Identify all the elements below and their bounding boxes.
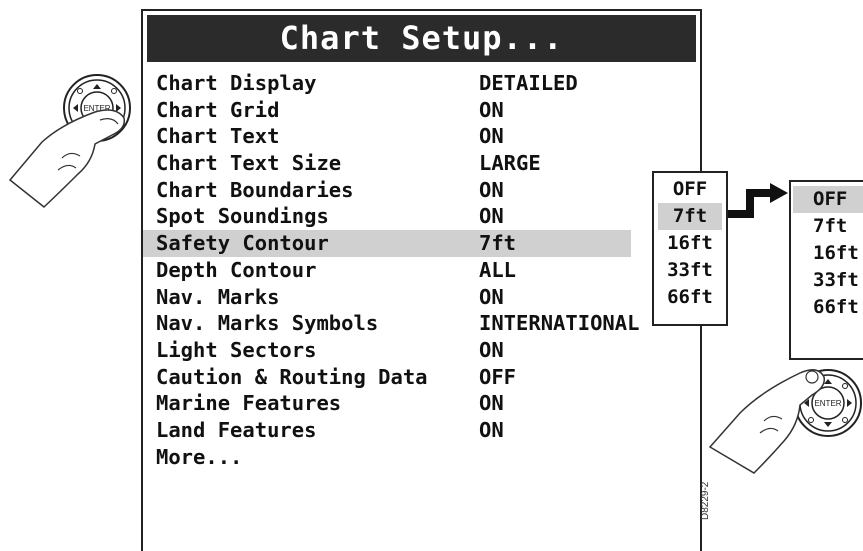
menu-item-label: Land Features (156, 417, 317, 442)
hand-icon (8, 109, 126, 208)
menu-item-value: ON (479, 204, 504, 229)
menu-item-value: ON (479, 417, 504, 442)
option-off[interactable]: OFF (793, 186, 863, 213)
menu-item-depth-contour[interactable]: Depth Contour ALL (143, 257, 700, 284)
safety-contour-options-after: OFF 7ft 16ft 33ft 66ft (789, 180, 863, 360)
safety-contour-options-before: OFF 7ft 16ft 33ft 66ft (652, 171, 728, 326)
option-33ft[interactable]: 33ft (793, 267, 863, 294)
menu-item-label: Chart Boundaries (156, 177, 354, 202)
menu-item-value: ON (479, 177, 504, 202)
option-66ft[interactable]: 66ft (793, 294, 863, 321)
option-16ft[interactable]: 16ft (658, 230, 722, 257)
option-66ft[interactable]: 66ft (658, 284, 722, 311)
menu-item-value: ON (479, 391, 504, 416)
menu-item-label: Caution & Routing Data (156, 364, 428, 389)
menu-item-value: OFF (479, 364, 517, 389)
menu-item-label: Depth Contour (156, 257, 317, 282)
enter-button-press-illustration-right: ENTER (708, 369, 862, 474)
menu-item-value: LARGE (479, 151, 541, 176)
menu-item-label: Nav. Marks (156, 284, 280, 309)
menu-item-label: Nav. Marks Symbols (156, 311, 379, 336)
menu-item-label: Chart Text Size (156, 151, 342, 176)
menu-item-value: DETAILED (479, 71, 578, 95)
enter-key-label: ENTER (814, 399, 841, 408)
menu-item-safety-contour[interactable]: Safety Contour 7ft (143, 230, 631, 257)
option-off[interactable]: OFF (658, 176, 722, 203)
menu-item-nav-marks[interactable]: Nav. Marks ON (143, 284, 700, 311)
menu-item-value: ON (479, 337, 504, 362)
arrow-right-icon (728, 183, 788, 218)
menu-item-marine-features[interactable]: Marine Features ON (143, 390, 700, 417)
menu-item-value: ALL (479, 257, 517, 282)
menu-item-value: 7ft (479, 231, 517, 256)
enter-button-press-illustration: ENTER (8, 74, 131, 208)
menu-item-chart-grid[interactable]: Chart Grid ON (143, 97, 700, 124)
menu-item-label: Chart Text (156, 124, 280, 149)
menu-item-chart-text-size[interactable]: Chart Text Size LARGE (143, 150, 700, 177)
menu-item-value: ON (479, 97, 504, 122)
menu-item-nav-marks-symbols[interactable]: Nav. Marks Symbols INTERNATIONAL (143, 310, 700, 337)
option-7ft[interactable]: 7ft (793, 213, 863, 240)
menu-item-label: More... (156, 444, 243, 469)
chart-setup-menu: Chart Display DETAILED Chart Grid ON Cha… (143, 70, 700, 470)
menu-item-label: Chart Display (156, 71, 317, 95)
menu-item-land-features[interactable]: Land Features ON (143, 417, 700, 444)
option-16ft[interactable]: 16ft (793, 240, 863, 267)
option-33ft[interactable]: 33ft (658, 257, 722, 284)
menu-item-label: Chart Grid (156, 97, 280, 122)
menu-item-chart-boundaries[interactable]: Chart Boundaries ON (143, 177, 700, 204)
option-7ft[interactable]: 7ft (658, 203, 722, 230)
menu-item-chart-text[interactable]: Chart Text ON (143, 123, 700, 150)
menu-item-value: INTERNATIONAL (479, 311, 640, 336)
menu-item-caution-routing-data[interactable]: Caution & Routing Data OFF (143, 364, 700, 391)
menu-item-label: Spot Soundings (156, 204, 329, 229)
menu-item-value: ON (479, 284, 504, 309)
menu-item-more[interactable]: More... (143, 444, 700, 471)
menu-item-label: Marine Features (156, 391, 342, 416)
page-title: Chart Setup... (147, 15, 696, 62)
menu-item-light-sectors[interactable]: Light Sectors ON (143, 337, 700, 364)
figure-reference: D8229-2 (700, 481, 711, 520)
menu-item-label: Safety Contour (156, 231, 329, 256)
chart-setup-screen: Chart Setup... Chart Display DETAILED Ch… (141, 9, 702, 551)
menu-item-label: Light Sectors (156, 337, 317, 362)
menu-item-spot-soundings[interactable]: Spot Soundings ON (143, 203, 700, 230)
menu-item-chart-display[interactable]: Chart Display DETAILED (143, 70, 700, 97)
menu-item-value: ON (479, 124, 504, 149)
